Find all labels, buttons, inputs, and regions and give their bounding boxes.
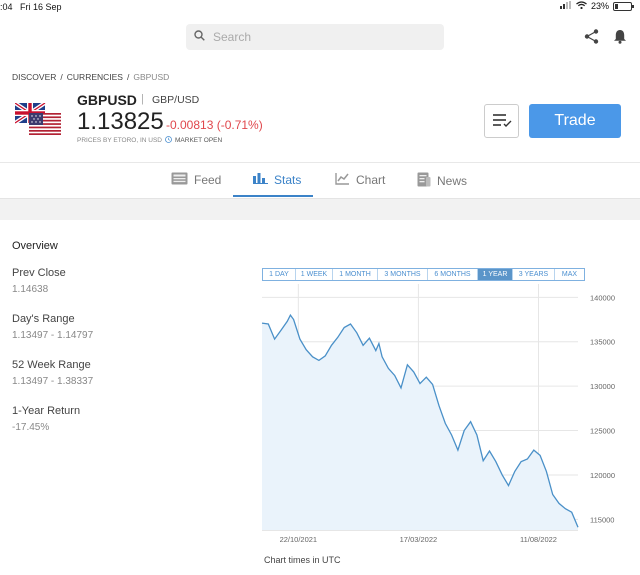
y-tick-label: 115000 — [590, 515, 614, 524]
chart-icon — [335, 172, 350, 188]
range-1-month[interactable]: 1 MONTH — [333, 269, 378, 280]
tab-feed[interactable]: Feed — [171, 172, 221, 188]
overview-title: Overview — [12, 240, 58, 252]
signal-icon — [559, 1, 572, 11]
y-axis-labels: 140000 135000 130000 125000 120000 115000 — [590, 293, 615, 524]
stat-value-1-year-return: -17.45% — [12, 422, 50, 433]
tab-label: Feed — [194, 173, 222, 187]
stat-label-52-week-range: 52 Week Range — [12, 359, 91, 371]
bell-icon[interactable] — [613, 29, 627, 49]
search-bar[interactable] — [186, 24, 444, 50]
battery-icon — [613, 1, 634, 11]
range-max[interactable]: MAX — [555, 269, 584, 280]
stat-label-prev-close: Prev Close — [12, 267, 66, 279]
tab-chart[interactable]: Chart — [335, 172, 385, 188]
status-right: 23% — [559, 1, 634, 11]
breadcrumb-current: GBPUSD — [133, 72, 170, 82]
breadcrumb: DISCOVER / CURRENCIES / GBPUSD — [12, 72, 169, 82]
x-tick-label: 11/08/2022 — [520, 535, 557, 544]
status-date: Fri 16 Sep — [20, 2, 62, 12]
status-time: :04 — [0, 2, 13, 12]
y-tick-label: 130000 — [590, 382, 615, 391]
active-tab-indicator — [233, 195, 313, 197]
breadcrumb-discover[interactable]: DISCOVER — [12, 72, 56, 82]
range-1-day[interactable]: 1 DAY — [263, 269, 296, 280]
y-tick-label: 135000 — [590, 338, 615, 347]
currency-flags-icon — [13, 101, 61, 135]
range-3-months[interactable]: 3 MONTHS — [378, 269, 428, 280]
tab-label: Chart — [356, 173, 386, 187]
breadcrumb-separator: / — [60, 72, 63, 82]
feed-icon — [171, 172, 188, 188]
market-status: MARKET OPEN — [175, 137, 223, 144]
priced-by-label: PRICES BY ETORO, IN USD — [77, 137, 163, 144]
price-source: PRICES BY ETORO, IN USD MARKET OPEN — [77, 136, 222, 145]
stats-icon — [253, 172, 268, 187]
stat-label-days-range: Day's Range — [12, 313, 75, 325]
chart-area — [262, 315, 578, 530]
x-tick-label: 17/03/2022 — [400, 535, 438, 544]
y-tick-label: 125000 — [590, 427, 615, 436]
trade-button[interactable]: Trade — [529, 104, 621, 138]
share-icon[interactable] — [584, 29, 599, 49]
tab-label: Stats — [274, 172, 302, 187]
search-input[interactable] — [213, 30, 413, 44]
instrument-pair: GBP/USD — [152, 94, 200, 106]
instrument-separator: | — [141, 93, 144, 105]
stat-value-prev-close: 1.14638 — [12, 284, 49, 295]
status-bar: :04 Fri 16 Sep 23% — [0, 0, 640, 14]
range-3-years[interactable]: 3 YEARS — [513, 269, 555, 280]
y-tick-label: 140000 — [590, 293, 615, 302]
chart-times-note: Chart times in UTC — [264, 555, 341, 565]
tab-news[interactable]: News — [417, 172, 467, 190]
search-icon — [194, 28, 205, 46]
range-1-year[interactable]: 1 YEAR — [478, 269, 513, 280]
tab-label: News — [437, 174, 468, 188]
instrument-price: 1.13825 — [77, 108, 164, 135]
x-tick-label: 22/10/2021 — [280, 535, 318, 544]
instrument-symbol: GBPUSD — [77, 92, 137, 108]
news-icon — [417, 172, 431, 190]
breadcrumb-currencies[interactable]: CURRENCIES — [67, 72, 123, 82]
clock-icon — [165, 136, 172, 145]
tab-stats[interactable]: Stats — [253, 172, 301, 187]
breadcrumb-separator: / — [126, 72, 130, 82]
battery-percent: 23% — [590, 1, 609, 11]
stat-label-1-year-return: 1-Year Return — [12, 405, 81, 417]
x-axis-labels: 22/10/2021 17/03/2022 11/08/2022 — [280, 535, 557, 544]
watchlist-button[interactable] — [484, 104, 519, 138]
tabs-divider — [0, 162, 640, 163]
range-1-week[interactable]: 1 WEEK — [296, 269, 333, 280]
section-divider — [0, 198, 640, 220]
wifi-icon — [576, 1, 587, 11]
stat-value-52-week-range: 1.13497 - 1.38337 — [12, 376, 94, 387]
range-selector: 1 DAY 1 WEEK 1 MONTH 3 MONTHS 6 MONTHS 1… — [262, 268, 585, 281]
stat-value-days-range: 1.13497 - 1.14797 — [12, 330, 94, 341]
price-chart[interactable]: 140000 135000 130000 125000 120000 115000 22/… — [240, 284, 620, 550]
range-6-months[interactable]: 6 MONTHS — [428, 269, 478, 280]
list-check-icon — [492, 113, 512, 130]
price-change: -0.00813 (-0.71%) — [166, 118, 263, 132]
y-tick-label: 120000 — [590, 471, 615, 480]
